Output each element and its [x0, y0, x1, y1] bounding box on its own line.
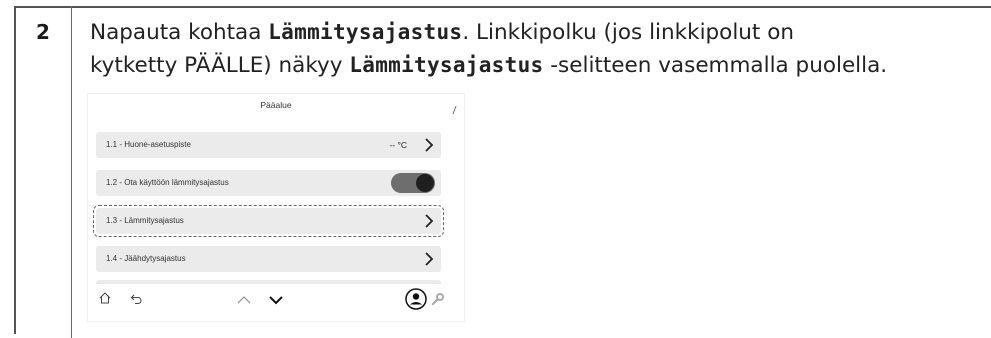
text-segment: kytketty PÄÄLLE) näkyy: [90, 53, 350, 78]
table-top-border: [14, 6, 991, 8]
chevron-right-icon: [425, 214, 434, 228]
row-label: 1.3 - Lämmitysajastus: [106, 216, 184, 225]
code-term: Lämmitysajastus: [268, 20, 463, 44]
table-left-border: [14, 6, 16, 334]
row-label: 1.4 - Jäähdytysajastus: [106, 254, 186, 263]
step-number: 2: [36, 20, 50, 44]
device-screen: Pääalue 1.1 - Huone-asetuspiste -- °C 1.…: [88, 94, 464, 321]
menu-row-cooling-schedule[interactable]: 1.4 - Jäähdytysajastus: [96, 246, 441, 272]
row-label: 1.1 - Huone-asetuspiste: [106, 140, 191, 149]
screen-title: Pääalue: [260, 100, 292, 110]
menu-row-enable-heating-schedule[interactable]: 1.2 - Ota käyttöön lämmitysajastus: [96, 170, 441, 196]
user-icon[interactable]: [405, 288, 427, 310]
back-icon[interactable]: [130, 293, 144, 305]
row-value: -- °C: [389, 140, 407, 150]
chevron-right-icon: [425, 138, 434, 152]
row-label: 1.2 - Ota käyttöön lämmitysajastus: [106, 178, 229, 187]
instruction-line-1: Napauta kohtaa Lämmitysajastus. Linkkipo…: [90, 16, 985, 49]
menu-row-partial: [96, 280, 441, 284]
chevron-right-icon: [425, 252, 434, 266]
code-term: Lämmitysajastus: [349, 53, 544, 77]
chevron-down-icon[interactable]: [268, 295, 284, 305]
chevron-up-icon[interactable]: [236, 295, 252, 305]
table-column-divider: [71, 6, 72, 338]
instruction-line-2: kytketty PÄÄLLE) näkyy Lämmitysajastus -…: [90, 49, 985, 82]
menu-row-room-setpoint[interactable]: 1.1 - Huone-asetuspiste -- °C: [96, 132, 441, 158]
instruction-text: Napauta kohtaa Lämmitysajastus. Linkkipo…: [90, 16, 985, 82]
heating-schedule-toggle[interactable]: [391, 173, 435, 193]
menu-row-heating-schedule[interactable]: 1.3 - Lämmitysajastus: [93, 205, 444, 237]
wrench-icon[interactable]: [431, 292, 445, 306]
text-segment: Napauta kohtaa: [90, 20, 269, 45]
text-segment: . Linkkipolku (jos linkkipolut on: [462, 20, 794, 45]
toggle-knob: [416, 174, 434, 192]
home-icon[interactable]: [98, 291, 112, 305]
text-segment: -selitteen vasemmalla puolella.: [543, 53, 888, 78]
